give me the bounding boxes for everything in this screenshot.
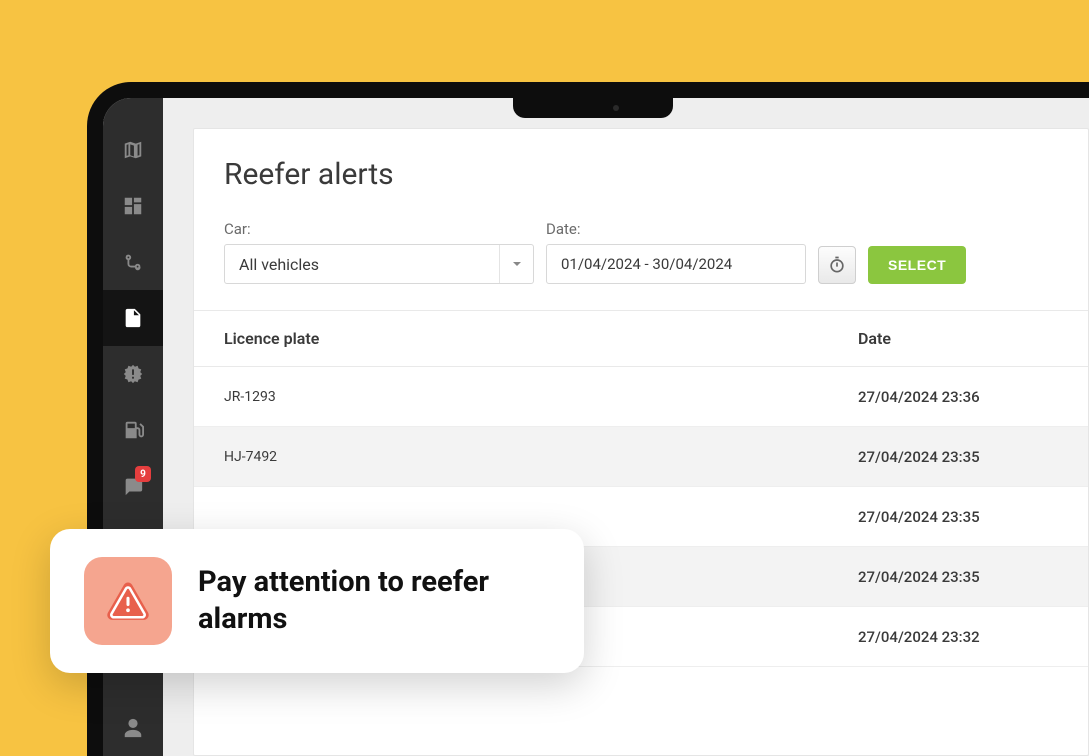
- fuel-icon: [122, 419, 144, 441]
- sidebar-item-map[interactable]: [103, 122, 163, 178]
- table-row[interactable]: JR-1293 27/04/2024 23:36: [194, 367, 1088, 427]
- date-range-value: 01/04/2024 - 30/04/2024: [561, 255, 732, 273]
- date-range-input[interactable]: 01/04/2024 - 30/04/2024: [546, 244, 806, 284]
- cell-plate: JR-1293: [224, 389, 858, 405]
- map-icon: [122, 139, 144, 161]
- user-icon: [122, 717, 144, 739]
- sidebar-item-messages[interactable]: 9: [103, 458, 163, 514]
- table-header: Licence plate Date: [194, 311, 1088, 367]
- cell-plate: HJ-7492: [224, 449, 858, 465]
- date-filter-label: Date:: [546, 220, 806, 238]
- table-row[interactable]: HJ-7492 27/04/2024 23:35: [194, 427, 1088, 487]
- page-title: Reefer alerts: [224, 157, 1058, 192]
- grid-icon: [122, 195, 144, 217]
- stopwatch-icon: [827, 255, 847, 275]
- cell-date: 27/04/2024 23:36: [858, 388, 1058, 406]
- alert-toast: Pay attention to reefer alarms: [50, 529, 584, 673]
- notification-badge: 9: [135, 466, 151, 482]
- chevron-down-icon: [499, 245, 533, 283]
- th-licence-plate: Licence plate: [224, 329, 858, 348]
- filter-bar: Car: All vehicles Date: 01/04/2024 - 30/…: [194, 202, 1088, 311]
- sidebar-item-profile[interactable]: [103, 700, 163, 756]
- sidebar-item-reports[interactable]: [103, 290, 163, 346]
- route-icon: [122, 251, 144, 273]
- cell-date: 27/04/2024 23:32: [858, 628, 1058, 646]
- warning-icon: [84, 557, 172, 645]
- sidebar-item-route[interactable]: [103, 234, 163, 290]
- sidebar-item-dashboard[interactable]: [103, 178, 163, 234]
- cell-date: 27/04/2024 23:35: [858, 508, 1058, 526]
- time-picker-button[interactable]: [818, 246, 856, 284]
- document-icon: [122, 307, 144, 329]
- th-date: Date: [858, 329, 1058, 348]
- car-select-value: All vehicles: [239, 255, 319, 274]
- sidebar-item-alerts[interactable]: [103, 346, 163, 402]
- car-filter-label: Car:: [224, 220, 534, 238]
- cell-date: 27/04/2024 23:35: [858, 448, 1058, 466]
- device-notch: [513, 96, 673, 118]
- select-button[interactable]: SELECT: [868, 246, 966, 284]
- sidebar-item-fuel[interactable]: [103, 402, 163, 458]
- car-select[interactable]: All vehicles: [224, 244, 534, 284]
- cell-date: 27/04/2024 23:35: [858, 568, 1058, 586]
- toast-message: Pay attention to reefer alarms: [198, 564, 550, 638]
- alert-badge-icon: [122, 363, 144, 385]
